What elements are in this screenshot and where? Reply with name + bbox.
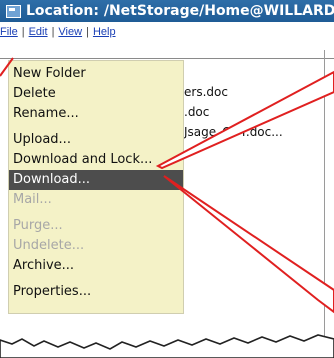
menu-item-archive[interactable]: Archive... xyxy=(9,256,183,276)
file-list-item[interactable]: ers.doc xyxy=(184,82,283,102)
menu-item-rename[interactable]: Rename... xyxy=(9,104,183,124)
file-list: ers.doc .doc Jsage_COT.doc... xyxy=(184,82,283,142)
torn-edge xyxy=(0,334,334,358)
menu-separator: | xyxy=(86,26,89,38)
window-title: Location: /NetStorage/Home@WILLARD/My xyxy=(26,3,334,19)
column-divider xyxy=(324,50,325,340)
menu-separator: | xyxy=(21,26,25,38)
menu-item-upload[interactable]: Upload... xyxy=(9,130,183,150)
menu-edit[interactable]: Edit xyxy=(29,26,48,38)
menu-item-mail: Mail... xyxy=(13,192,52,207)
menu-separator: | xyxy=(51,26,55,38)
menu-item-purge: Purge... xyxy=(13,218,63,233)
header-divider xyxy=(0,58,334,59)
menu-item-delete[interactable]: Delete xyxy=(9,84,183,104)
menu-item-download-and-lock[interactable]: Download and Lock... xyxy=(9,150,183,170)
menu-file[interactable]: File xyxy=(0,26,18,38)
menu-view[interactable]: View xyxy=(58,26,82,38)
menu-help[interactable]: Help xyxy=(93,26,116,38)
file-list-item[interactable]: Jsage_COT.doc... xyxy=(184,122,283,142)
menu-item-properties[interactable]: Properties... xyxy=(9,282,183,302)
menu-item-undelete: Undelete... xyxy=(13,238,85,253)
callout-pointer-download xyxy=(163,175,334,314)
window-title-bar: Location: /NetStorage/Home@WILLARD/My xyxy=(0,0,334,22)
file-menu-dropdown: New Folder Delete Rename... Upload... Do… xyxy=(8,60,184,314)
app-window-icon xyxy=(6,4,21,18)
menu-item-download[interactable]: Download... xyxy=(9,170,183,190)
menu-item-new-folder[interactable]: New Folder xyxy=(9,64,183,84)
file-list-item[interactable]: .doc xyxy=(184,102,283,122)
menu-bar: File | Edit | View | Help xyxy=(0,26,334,44)
